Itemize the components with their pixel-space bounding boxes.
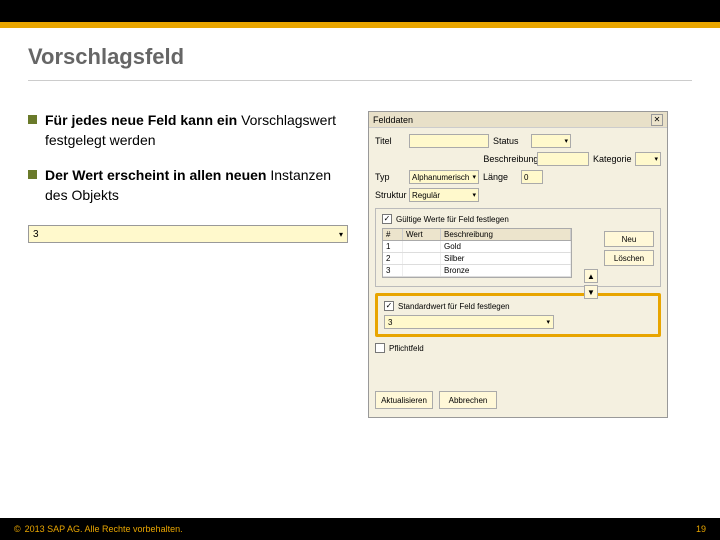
select-type[interactable]: Alphanumerisch	[409, 170, 479, 184]
bullet-bold: Der Wert erscheint in allen neuen	[45, 167, 266, 183]
update-button[interactable]: Aktualisieren	[375, 391, 433, 409]
values-table: # Wert Beschreibung 1 Gold 2	[382, 228, 572, 278]
sample-value: 3	[33, 229, 39, 240]
select-struct[interactable]: Regulär	[409, 188, 479, 202]
checkbox-default-value[interactable]: ✓	[384, 301, 394, 311]
label-category: Kategorie	[593, 154, 631, 164]
move-up-button[interactable]: ▲	[584, 269, 598, 283]
input-title[interactable]	[409, 134, 489, 148]
page-title: Vorschlagsfeld	[28, 44, 692, 70]
square-bullet-icon	[28, 115, 37, 124]
move-down-button[interactable]: ▼	[584, 285, 598, 299]
label-struct: Struktur	[375, 190, 405, 200]
label-title: Titel	[375, 136, 405, 146]
checkbox-valid-values[interactable]: ✓	[382, 214, 392, 224]
close-button[interactable]: ✕	[651, 114, 663, 126]
th-val: Wert	[403, 229, 441, 240]
label-status: Status	[493, 136, 527, 146]
table-row[interactable]: 1 Gold	[383, 241, 571, 253]
page-number: 19	[696, 524, 706, 534]
table-row[interactable]: 2 Silber	[383, 253, 571, 265]
dialog-titlebar: Felddaten ✕	[369, 112, 667, 128]
label-default-value: Standardwert für Feld festlegen	[398, 302, 510, 311]
delete-button[interactable]: Löschen	[604, 250, 654, 266]
square-bullet-icon	[28, 170, 37, 179]
sample-dropdown[interactable]: 3	[28, 225, 348, 243]
bullet-item: Der Wert erscheint in allen neuen Instan…	[28, 166, 348, 205]
copyright-text: 2013 SAP AG. Alle Rechte vorbehalten.	[25, 524, 183, 534]
select-category[interactable]	[635, 152, 661, 166]
select-default-value[interactable]: 3	[384, 315, 554, 329]
label-type: Typ	[375, 172, 405, 182]
top-black-bar	[0, 0, 720, 22]
divider	[28, 80, 692, 81]
checkbox-mandatory[interactable]	[375, 343, 385, 353]
bullet-item: Für jedes neue Feld kann ein Vorschlagsw…	[28, 111, 348, 150]
valid-values-section: ✓ Gültige Werte für Feld festlegen # Wer…	[375, 208, 661, 287]
new-button[interactable]: Neu	[604, 231, 654, 247]
footer: © 2013 SAP AG. Alle Rechte vorbehalten. …	[0, 518, 720, 540]
label-length: Länge	[483, 172, 517, 182]
cancel-button[interactable]: Abbrechen	[439, 391, 497, 409]
label-mandatory: Pflichtfeld	[389, 344, 424, 353]
th-num: #	[383, 229, 403, 240]
label-valid-values: Gültige Werte für Feld festlegen	[396, 215, 509, 224]
select-status[interactable]	[531, 134, 571, 148]
default-value-section: ✓ Standardwert für Feld festlegen 3	[375, 293, 661, 337]
dialog-title-text: Felddaten	[373, 115, 413, 125]
field-data-dialog: Felddaten ✕ Titel Status Beschreibung	[368, 111, 668, 418]
table-row[interactable]: 3 Bronze	[383, 265, 571, 277]
input-length[interactable]: 0	[521, 170, 543, 184]
label-desc: Beschreibung	[483, 154, 533, 164]
copyright-icon: ©	[14, 524, 21, 534]
th-desc: Beschreibung	[441, 229, 571, 240]
input-desc[interactable]	[537, 152, 589, 166]
bullet-bold: Für jedes neue Feld kann ein	[45, 112, 237, 128]
